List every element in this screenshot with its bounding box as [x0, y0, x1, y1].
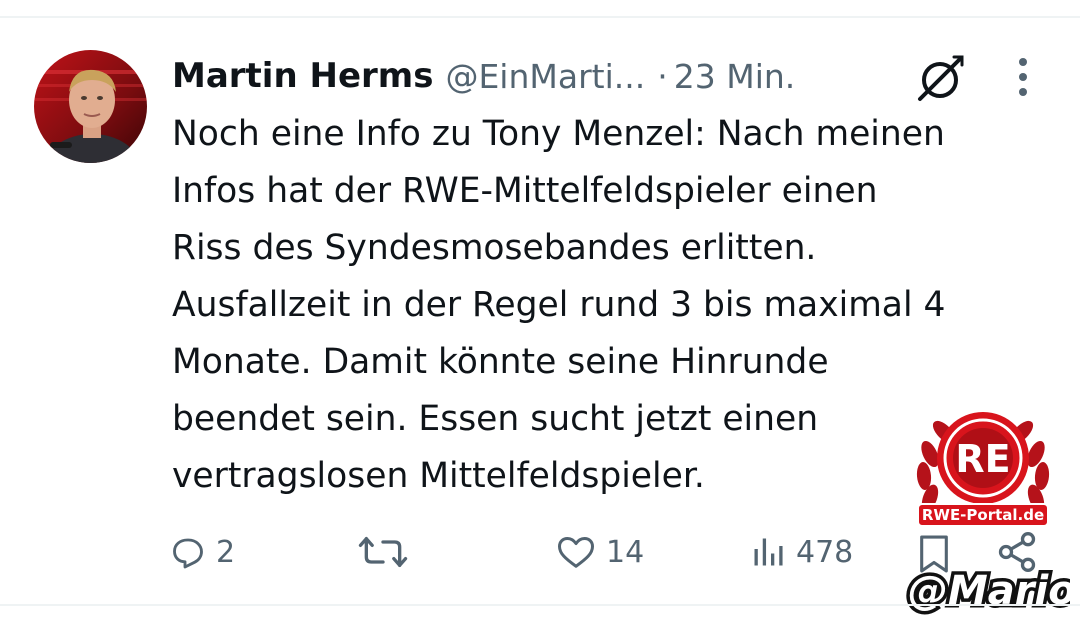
views-icon: [754, 538, 783, 566]
grok-icon[interactable]: [916, 53, 966, 103]
views-button[interactable]: 478: [750, 528, 853, 576]
svg-text:RE: RE: [955, 437, 1010, 481]
author-name[interactable]: Martin Herms: [172, 56, 433, 96]
bottom-divider: [0, 604, 1080, 606]
author-handle[interactable]: @EinMarti...: [445, 57, 645, 96]
mario-watermark: @Mario: [900, 558, 1080, 620]
like-button[interactable]: 14: [556, 528, 644, 576]
reply-icon: [173, 538, 203, 569]
more-options-icon[interactable]: [1010, 55, 1036, 101]
views-count: 478: [796, 534, 854, 570]
watermark-text: @Mario: [908, 568, 1070, 614]
separator-dot: ·: [657, 56, 668, 96]
repost-button[interactable]: [358, 528, 418, 576]
repost-icon: [358, 537, 408, 567]
tweet-text-line: Monate. Damit könnte seine Hinrunde: [172, 342, 829, 382]
rwe-portal-logo: RE RWE-Portal.de: [910, 392, 1056, 538]
logo-text: RWE-Portal.de: [922, 506, 1044, 524]
tweet-text-line: Ausfallzeit in der Regel rund 3 bis maxi…: [172, 285, 946, 325]
tweet-text-line: Noch eine Info zu Tony Menzel: Nach mein…: [172, 114, 945, 154]
top-divider: [0, 16, 1080, 18]
like-count: 14: [606, 534, 645, 570]
tweet-text-line: Riss des Syndesmosebandes erlitten.: [172, 228, 817, 268]
tweet-header: Martin Herms @EinMarti... · 23 Min.: [172, 52, 795, 100]
heart-icon: [558, 537, 594, 568]
tweet-text-line: Infos hat der RWE-Mittelfeldspieler eine…: [172, 171, 878, 211]
timestamp[interactable]: 23 Min.: [674, 57, 796, 96]
reply-button[interactable]: 2: [170, 528, 235, 576]
reply-count: 2: [216, 534, 236, 570]
avatar[interactable]: [34, 50, 147, 163]
